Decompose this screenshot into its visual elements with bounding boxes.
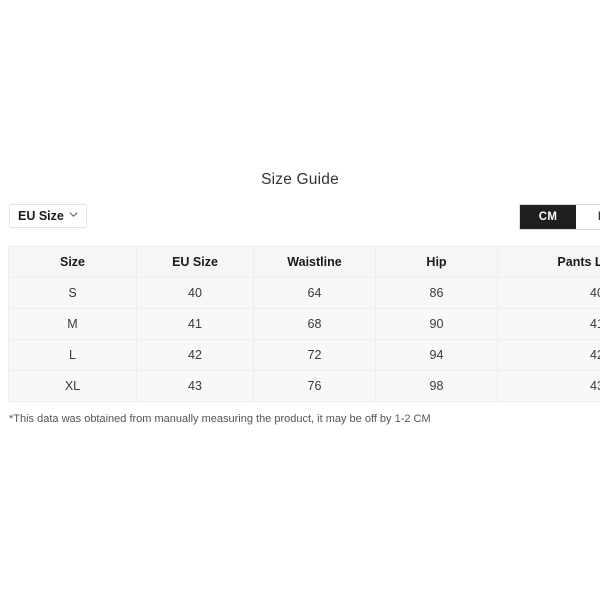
size-table: Size EU Size Waistline Hip Pants Length … <box>8 246 600 402</box>
cell-eu-size: 43 <box>136 370 254 402</box>
column-header-waistline: Waistline <box>253 246 376 278</box>
unit-toggle-in-button[interactable]: IN <box>576 205 600 229</box>
cell-waistline: 68 <box>253 308 376 340</box>
cell-hip: 94 <box>375 339 498 371</box>
table-row: L 42 72 94 42 <box>8 339 600 371</box>
table-header-row: Size EU Size Waistline Hip Pants Length <box>8 246 600 278</box>
cell-size: S <box>8 277 137 309</box>
size-system-dropdown-label: EU Size <box>18 209 64 223</box>
column-header-hip: Hip <box>375 246 498 278</box>
table-row: XL 43 76 98 43 <box>8 370 600 402</box>
cell-size: L <box>8 339 137 371</box>
cell-eu-size: 42 <box>136 339 254 371</box>
column-header-size: Size <box>8 246 137 278</box>
cell-pants-length: 41 <box>497 308 600 340</box>
cell-pants-length: 43 <box>497 370 600 402</box>
size-guide-page: Size Guide EU Size CM IN <box>0 0 600 600</box>
table-row: M 41 68 90 41 <box>8 308 600 340</box>
cell-hip: 90 <box>375 308 498 340</box>
size-system-dropdown[interactable]: EU Size <box>9 204 87 228</box>
cell-size: M <box>8 308 137 340</box>
cell-size: XL <box>8 370 137 402</box>
cell-waistline: 64 <box>253 277 376 309</box>
measurement-unit-toggle[interactable]: CM IN <box>519 204 600 230</box>
cell-pants-length: 40 <box>497 277 600 309</box>
cell-hip: 98 <box>375 370 498 402</box>
cell-pants-length: 42 <box>497 339 600 371</box>
table-row: S 40 64 86 40 <box>8 277 600 309</box>
measurement-disclaimer: *This data was obtained from manually me… <box>9 413 431 425</box>
column-header-pants-length: Pants Length <box>497 246 600 278</box>
size-guide-panel: Size Guide EU Size CM IN <box>0 160 600 426</box>
size-guide-controls: EU Size CM IN <box>0 204 600 238</box>
cell-eu-size: 40 <box>136 277 254 309</box>
cell-waistline: 72 <box>253 339 376 371</box>
chevron-down-icon <box>69 210 78 219</box>
cell-waistline: 76 <box>253 370 376 402</box>
cell-eu-size: 41 <box>136 308 254 340</box>
cell-hip: 86 <box>375 277 498 309</box>
unit-toggle-cm-button[interactable]: CM <box>520 205 576 229</box>
size-table-scroll-container[interactable]: Size EU Size Waistline Hip Pants Length … <box>0 246 600 402</box>
page-title: Size Guide <box>261 171 339 188</box>
column-header-eu-size: EU Size <box>136 246 254 278</box>
